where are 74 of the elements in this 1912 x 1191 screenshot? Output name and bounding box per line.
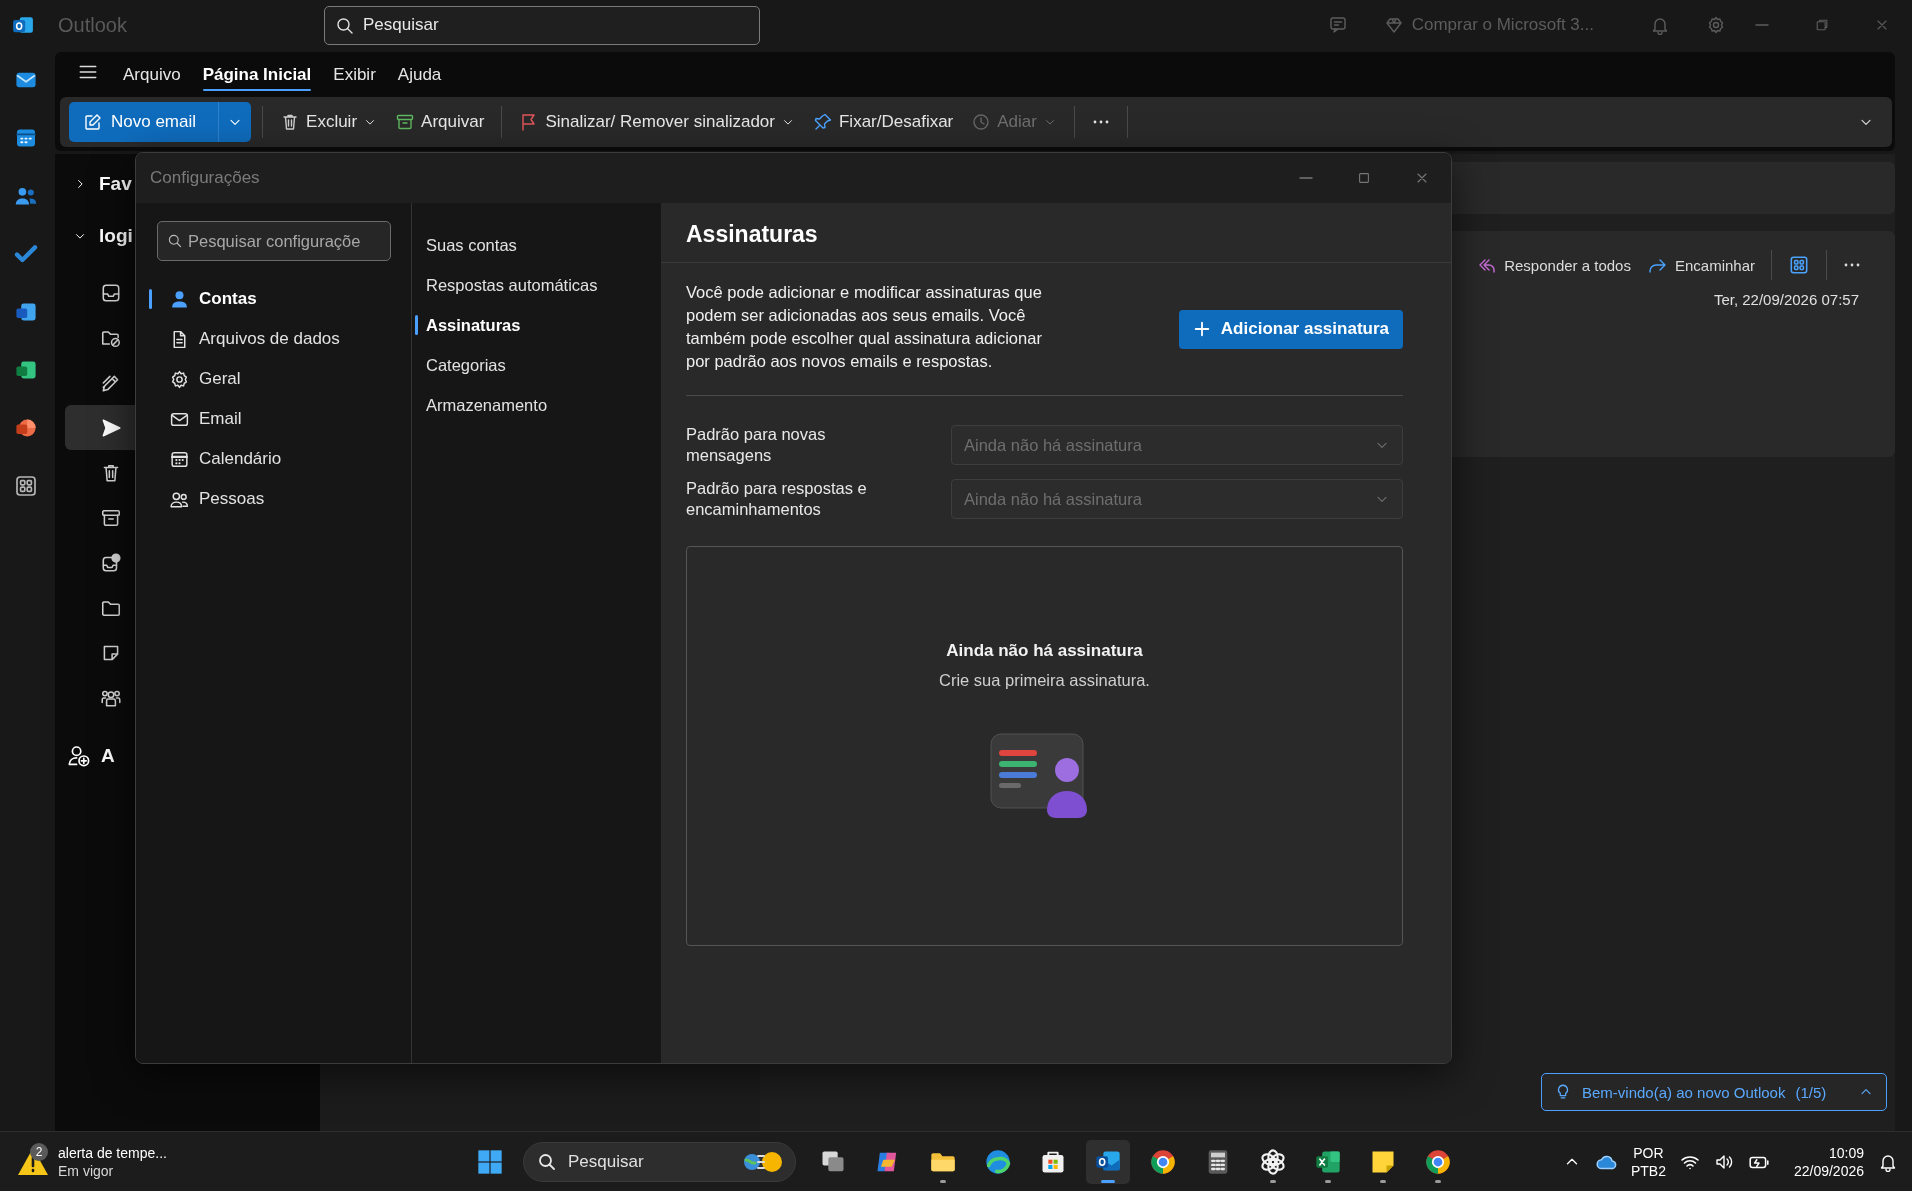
restore-icon bbox=[1814, 17, 1830, 33]
more-icon bbox=[1091, 120, 1110, 124]
search-icon bbox=[537, 1151, 557, 1172]
taskbar-search-field[interactable]: Pesquisar bbox=[523, 1141, 796, 1182]
apps-grid-icon bbox=[1788, 254, 1810, 276]
forward-button[interactable]: Encaminhar bbox=[1640, 247, 1761, 283]
pin-icon bbox=[812, 112, 833, 132]
settings-subcategory[interactable]: Categorias bbox=[412, 345, 661, 385]
outbox-icon bbox=[100, 551, 122, 574]
reply-all-button[interactable]: Responder a todos bbox=[1470, 247, 1637, 283]
add-person-icon bbox=[67, 744, 91, 768]
minimize-icon bbox=[1755, 24, 1769, 26]
diamond-icon bbox=[1383, 15, 1404, 35]
settings-subcategory[interactable]: Armazenamento bbox=[412, 385, 661, 425]
plus-icon bbox=[1192, 320, 1211, 338]
folder-section-header[interactable]: Fav bbox=[55, 162, 132, 206]
search-field[interactable]: Pesquisar bbox=[324, 5, 760, 45]
outlook-logo-icon bbox=[12, 14, 34, 36]
folder-item[interactable] bbox=[65, 405, 135, 450]
message-date: Ter, 22/09/2026 07:57 bbox=[1713, 291, 1860, 308]
add-account-item[interactable]: A bbox=[55, 734, 115, 778]
settings-subcategory[interactable]: Suas contas bbox=[412, 225, 661, 265]
settings-icon[interactable] bbox=[1706, 15, 1726, 35]
more-icon bbox=[1843, 263, 1861, 267]
language-indicator[interactable]: POR PTB2 bbox=[1630, 1143, 1666, 1180]
alert-count-badge: 2 bbox=[30, 1142, 48, 1161]
clock[interactable]: 10:09 22/09/2026 bbox=[1793, 1143, 1864, 1180]
taskbar-app-button[interactable] bbox=[1086, 1139, 1130, 1184]
new-email-button[interactable]: Novo email bbox=[69, 102, 252, 142]
bell-icon[interactable] bbox=[1650, 15, 1670, 35]
settings-search-field[interactable]: Pesquisar configuraçõe bbox=[157, 221, 391, 261]
chat-note-icon[interactable] bbox=[1327, 15, 1348, 35]
dialog-title: Configurações bbox=[150, 168, 260, 188]
description-text: Você pode adicionar e modificar assinaturas que podem ser adicionadas aos seus emails. Você também pode escolher qual assinatura adicionar por padrão aos novos emails e respostas. bbox=[686, 282, 1043, 372]
settings-icon bbox=[169, 368, 190, 390]
delete-button[interactable]: Excluir bbox=[274, 102, 384, 142]
ribbon-tab[interactable]: Ajuda bbox=[397, 52, 442, 97]
settings-category[interactable]: Calendário bbox=[157, 439, 391, 479]
pin-button[interactable]: Fixar/Desafixar bbox=[806, 102, 960, 142]
settings-subcategory[interactable]: Respostas automáticas bbox=[412, 265, 661, 305]
settings-category[interactable]: Email bbox=[157, 399, 391, 439]
settings-category[interactable]: Arquivos de dados bbox=[157, 319, 391, 359]
add-signature-button[interactable]: Adicionar assinatura bbox=[1178, 309, 1403, 349]
ring-logo-icon bbox=[1424, 1147, 1452, 1176]
clock-icon bbox=[971, 112, 992, 132]
empty-state-text: Crie sua primeira assinatura. bbox=[939, 671, 1150, 690]
weather-widget[interactable]: 2 alerta de tempe... Em vigor bbox=[0, 1143, 468, 1180]
flag-button[interactable]: Sinalizar/ Remover sinalizador bbox=[513, 102, 801, 142]
ribbon-tab[interactable]: Arquivo bbox=[123, 52, 181, 97]
settings-subcategory[interactable]: Assinaturas bbox=[412, 305, 661, 345]
search-icon bbox=[335, 15, 355, 36]
field-label: Padrão para respostas e encaminhamentos bbox=[686, 478, 868, 520]
archive-button[interactable]: Arquivar bbox=[389, 102, 491, 142]
settings-category[interactable]: Pessoas bbox=[157, 479, 391, 519]
settings-category[interactable]: Geral bbox=[157, 359, 391, 399]
knot-logo-icon bbox=[1259, 1147, 1287, 1176]
search-icon bbox=[167, 233, 183, 249]
folder-section-header[interactable]: logi bbox=[55, 214, 133, 258]
page-heading: Assinaturas bbox=[686, 221, 818, 247]
wave-logo-icon bbox=[984, 1147, 1012, 1176]
windows-logo-icon bbox=[476, 1147, 504, 1176]
ribbon-tab[interactable]: Página Inicial bbox=[202, 52, 312, 97]
app-title: Outlook bbox=[58, 13, 127, 37]
ring-logo-icon bbox=[1149, 1147, 1177, 1176]
compose-icon bbox=[83, 112, 103, 132]
ribbon-tab[interactable]: Exibir bbox=[333, 52, 376, 97]
person-icon bbox=[169, 288, 190, 310]
maximize-icon bbox=[1356, 170, 1372, 186]
welcome-tip-button[interactable]: Bem-vindo(a) ao novo Outlook (1/5) bbox=[1541, 1073, 1887, 1111]
empty-state-title: Ainda não há assinatura bbox=[946, 641, 1143, 661]
minimize-icon bbox=[1299, 177, 1313, 179]
apps-grid-icon[interactable] bbox=[14, 474, 38, 498]
field-label: Padrão para novas mensagens bbox=[686, 424, 827, 466]
archive-icon bbox=[395, 112, 416, 132]
